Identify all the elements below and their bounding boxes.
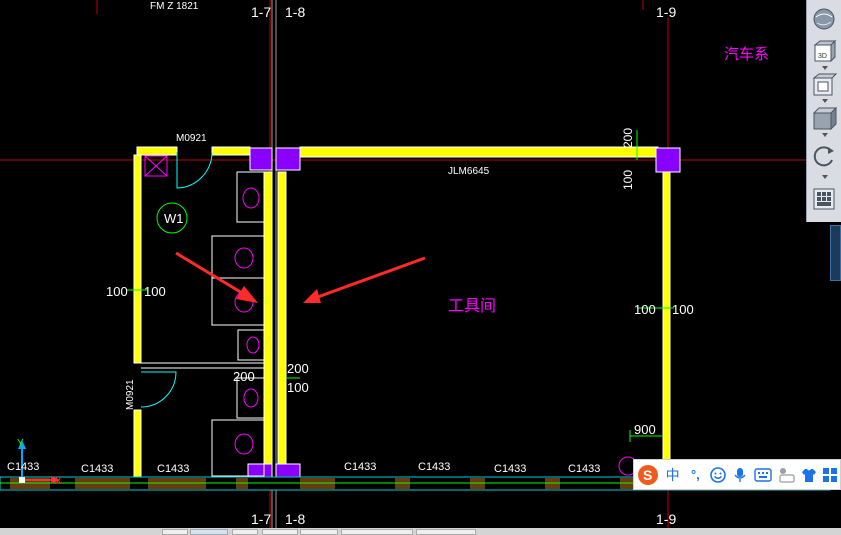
- dim-900: 900: [634, 422, 656, 437]
- door-swings: [140, 152, 213, 408]
- window-label: C1433: [157, 463, 189, 475]
- window-label: C1433: [418, 461, 450, 473]
- drawing-canvas[interactable]: FM Z 1821 1-7 1-8 1-9 1-7 1-8 1-9 M0921 …: [0, 0, 841, 535]
- window-label: C1433: [568, 463, 600, 475]
- grid-icon[interactable]: [820, 463, 840, 487]
- walls: [133, 146, 671, 481]
- door-left-label: M0921: [125, 379, 136, 410]
- layout-tab[interactable]: [341, 529, 413, 535]
- ime-mode-toggle[interactable]: 中: [662, 463, 684, 487]
- globe-icon[interactable]: [811, 6, 837, 32]
- dimension-lines: [127, 130, 674, 442]
- beam-label: JLM6645: [448, 166, 490, 177]
- dim-lower-200: 200: [233, 369, 255, 384]
- layout-tab-strip: [0, 528, 841, 535]
- box-icon[interactable]: [811, 105, 838, 131]
- layout-tab[interactable]: [190, 529, 228, 535]
- ime-punctuation-toggle[interactable]: °,: [684, 463, 708, 487]
- dim-left-a: 100: [106, 284, 128, 299]
- ucs-y-label: Y: [17, 438, 24, 449]
- layout-tab[interactable]: [416, 529, 476, 535]
- axis-wall: [271, 0, 277, 528]
- svg-text:3D: 3D: [818, 53, 827, 60]
- axis-top-right: 1-9: [656, 4, 676, 20]
- dim-wall-200: 200: [287, 361, 309, 376]
- dim-right-b: 100: [672, 302, 694, 317]
- dim-left-b: 100: [144, 284, 166, 299]
- ime-toolbar: S 中 °,: [633, 459, 841, 490]
- dropdown-caret[interactable]: [822, 99, 828, 103]
- dropdown-caret[interactable]: [822, 66, 828, 70]
- window-label: C1433: [7, 461, 39, 473]
- ime-logo-icon[interactable]: S: [634, 463, 662, 487]
- layout-tab[interactable]: [262, 529, 298, 535]
- dim-top-200: 200: [621, 128, 635, 148]
- axis-bottom-left: 1-7: [251, 511, 271, 527]
- axis-bottom-right: 1-9: [656, 511, 676, 527]
- emoji-icon[interactable]: [707, 463, 729, 487]
- window-label: C1433: [81, 463, 113, 475]
- view-cube-icon[interactable]: [811, 72, 838, 98]
- axis-grid: [0, 0, 841, 528]
- dropdown-caret[interactable]: [822, 133, 828, 137]
- axis-top-left: 1-7: [251, 4, 271, 20]
- side-panel-grip[interactable]: [830, 225, 841, 281]
- ucs-x-label: X: [55, 476, 62, 487]
- columns: [133, 147, 681, 489]
- window-label: C1433: [344, 461, 376, 473]
- navigation-toolbar: 3D: [806, 0, 841, 222]
- view-3d-icon[interactable]: 3D: [811, 38, 837, 64]
- user-keyboard-icon[interactable]: [775, 463, 799, 487]
- shirt-icon[interactable]: [798, 463, 820, 487]
- dim-top-100: 100: [621, 170, 635, 190]
- layout-tab[interactable]: [300, 529, 338, 535]
- window-label: C1433: [494, 463, 526, 475]
- layout-tab[interactable]: [232, 529, 258, 535]
- orbit-icon[interactable]: [811, 143, 837, 169]
- room-tag: W1: [164, 211, 184, 226]
- keyboard-icon[interactable]: [751, 463, 775, 487]
- top-partial-label: FM Z 1821: [150, 1, 199, 12]
- layout-tab[interactable]: [162, 529, 188, 535]
- axis-top-mid: 1-8: [285, 4, 305, 20]
- axis-bottom-mid: 1-8: [285, 511, 305, 527]
- dropdown-caret[interactable]: [822, 175, 828, 179]
- door-top-label: M0921: [176, 133, 207, 144]
- annotation-right: 汽车系: [724, 46, 769, 63]
- mic-icon[interactable]: [729, 463, 751, 487]
- svg-text:S: S: [643, 467, 652, 483]
- dim-right-a: 100: [634, 302, 656, 317]
- room-name: 工具间: [448, 297, 496, 315]
- grid-menu-icon[interactable]: [811, 186, 837, 212]
- dim-wall-100: 100: [287, 380, 309, 395]
- toilet-fixtures: [144, 155, 638, 477]
